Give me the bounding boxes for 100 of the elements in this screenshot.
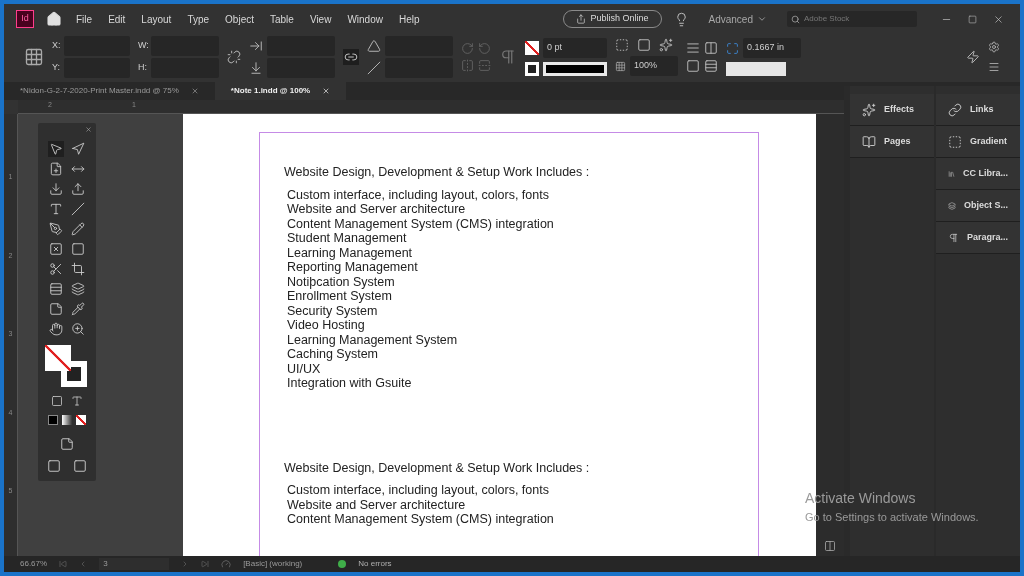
scissors-icon[interactable]	[48, 261, 64, 277]
fx-icon	[862, 102, 876, 117]
search-icon	[791, 14, 800, 24]
list-item-text: Security System	[286, 303, 379, 318]
stroke-swatch-icon[interactable]	[525, 62, 539, 76]
opacity-field[interactable]: 100%	[630, 56, 678, 76]
stroke-weight-field[interactable]: 0 pt	[543, 38, 607, 58]
pointer-icon[interactable]	[48, 141, 64, 157]
menu-item[interactable]: View	[307, 11, 334, 27]
note-icon[interactable]	[48, 301, 64, 317]
list-item-text: UI/UX	[286, 361, 322, 376]
panel-tab[interactable]: Effects	[850, 94, 934, 126]
unlink-icon[interactable]	[227, 50, 241, 64]
menu-item[interactable]: Object	[223, 11, 256, 27]
home-icon[interactable]	[46, 11, 62, 27]
search-field[interactable]: Adobe Stock	[787, 11, 917, 27]
zoom-icon[interactable]	[70, 321, 86, 337]
app-logo: Id	[16, 10, 34, 28]
list-item-text: Custom interface, including layout, colors, fonts	[286, 187, 550, 202]
field-label: H:	[138, 61, 147, 75]
fx-icon[interactable]	[659, 38, 673, 52]
zoom-level[interactable]: 66.67%	[20, 558, 48, 570]
arrow-icon[interactable]	[70, 141, 86, 157]
pen-icon[interactable]	[48, 221, 64, 237]
list-item-text: Video Hosting	[286, 318, 366, 333]
color-swatch-icon[interactable]	[48, 415, 58, 425]
workspace-dropdown[interactable]: Advanced	[700, 11, 775, 27]
shear-icon[interactable]	[367, 61, 381, 75]
list-item-text: Notiþcation System	[286, 274, 396, 289]
menu-item[interactable]: Layout	[139, 11, 174, 27]
chevron-icon	[757, 14, 767, 24]
close-icon[interactable]	[322, 87, 331, 95]
lightning-icon[interactable]	[966, 50, 980, 64]
list-item-text: Enrollment System	[286, 289, 393, 304]
maximize-icon[interactable]	[968, 14, 977, 24]
document-tab[interactable]: *Nidon-G-2-7-2020-Print Master.indd @ 75%	[4, 82, 215, 100]
panel-tab[interactable]: Gradient	[936, 126, 1020, 158]
scale-y-icon[interactable]	[249, 61, 263, 75]
page-field[interactable]: 3	[99, 558, 170, 570]
error-status[interactable]: No errors	[358, 558, 392, 570]
link-icon[interactable]	[343, 49, 359, 65]
list-item-text: Content Management System (CMS) integration	[286, 216, 555, 231]
frame-icon[interactable]	[48, 241, 64, 257]
heading-text: Website Design, Development & Setup Work Includes :	[284, 460, 591, 475]
panel-tab[interactable]: Pages	[850, 126, 934, 158]
field-label: W:	[138, 39, 147, 53]
list-item-text: Learning Management System	[286, 332, 459, 347]
list-item-text: Student Management	[286, 231, 408, 246]
list-item-text: Learning Management	[286, 245, 414, 260]
menu-item[interactable]: Window	[345, 11, 385, 27]
menu-item[interactable]: File	[74, 11, 95, 27]
text-icon[interactable]	[48, 201, 64, 217]
tray-up-icon[interactable]	[70, 181, 86, 197]
gradient-swatch-icon[interactable]	[62, 415, 72, 425]
hand-icon[interactable]	[48, 321, 64, 337]
panel-tab[interactable]: Paragra...	[936, 222, 1020, 254]
panel-tab[interactable]: CC Libra...	[936, 158, 1020, 190]
rotate-angle-icon[interactable]	[367, 39, 381, 53]
eyedropper-icon[interactable]	[70, 301, 86, 317]
menu-item[interactable]: Type	[185, 11, 212, 27]
close-icon[interactable]	[993, 13, 1004, 25]
field-label: Y:	[52, 61, 60, 75]
fill-swatch-icon[interactable]	[525, 41, 539, 55]
close-icon[interactable]	[190, 87, 199, 95]
fill-stroke-swatch-drawing[interactable]	[45, 345, 89, 387]
share-icon	[576, 14, 587, 24]
field-label: X:	[52, 39, 60, 53]
frame-icon[interactable]	[615, 38, 629, 52]
settings-icon[interactable]	[988, 41, 1000, 53]
spacing-icon[interactable]	[726, 41, 739, 55]
list-item-text: Caching System	[286, 347, 379, 362]
line-icon[interactable]	[70, 201, 86, 217]
list-item-text: Integration with Gsuite	[286, 376, 413, 391]
text-icon[interactable]	[71, 395, 83, 407]
preflight-profile[interactable]: [Basic] (working)	[243, 558, 303, 570]
pencil-icon[interactable]	[70, 221, 86, 237]
panel-tab[interactable]: Object S...	[936, 190, 1020, 222]
page-icon[interactable]	[48, 161, 64, 177]
split-view-icon[interactable]	[824, 540, 836, 552]
document-tab[interactable]: *Note 1.indd @ 100%	[214, 82, 347, 100]
list-item-text: Website and Server architecture	[286, 202, 467, 217]
reference-point-icon[interactable]	[24, 47, 44, 67]
none-swatch-icon[interactable]	[76, 415, 86, 425]
panel-tab[interactable]: Links	[936, 94, 1020, 126]
menu-icon[interactable]	[988, 61, 1000, 73]
pages-icon	[862, 134, 876, 149]
spacing-field[interactable]: 0.1667 in	[743, 38, 801, 58]
list-item-text: Website and Server architecture	[286, 497, 467, 512]
scale-x-icon[interactable]	[249, 39, 263, 53]
rectangle-icon[interactable]	[70, 241, 86, 257]
stroke-style-dropdown[interactable]	[543, 62, 607, 76]
paragraph-icon[interactable]	[499, 48, 517, 66]
tray-down-icon[interactable]	[48, 181, 64, 197]
menu-item[interactable]: Table	[268, 11, 296, 27]
close-icon[interactable]	[85, 125, 92, 133]
search-input[interactable]: Adobe Stock	[804, 13, 904, 25]
links-icon	[948, 102, 962, 117]
menu-item[interactable]: Help	[396, 11, 422, 27]
menu-item[interactable]: Edit	[106, 11, 128, 27]
list-item-text: Custom interface, including layout, colors, fonts	[286, 483, 550, 498]
